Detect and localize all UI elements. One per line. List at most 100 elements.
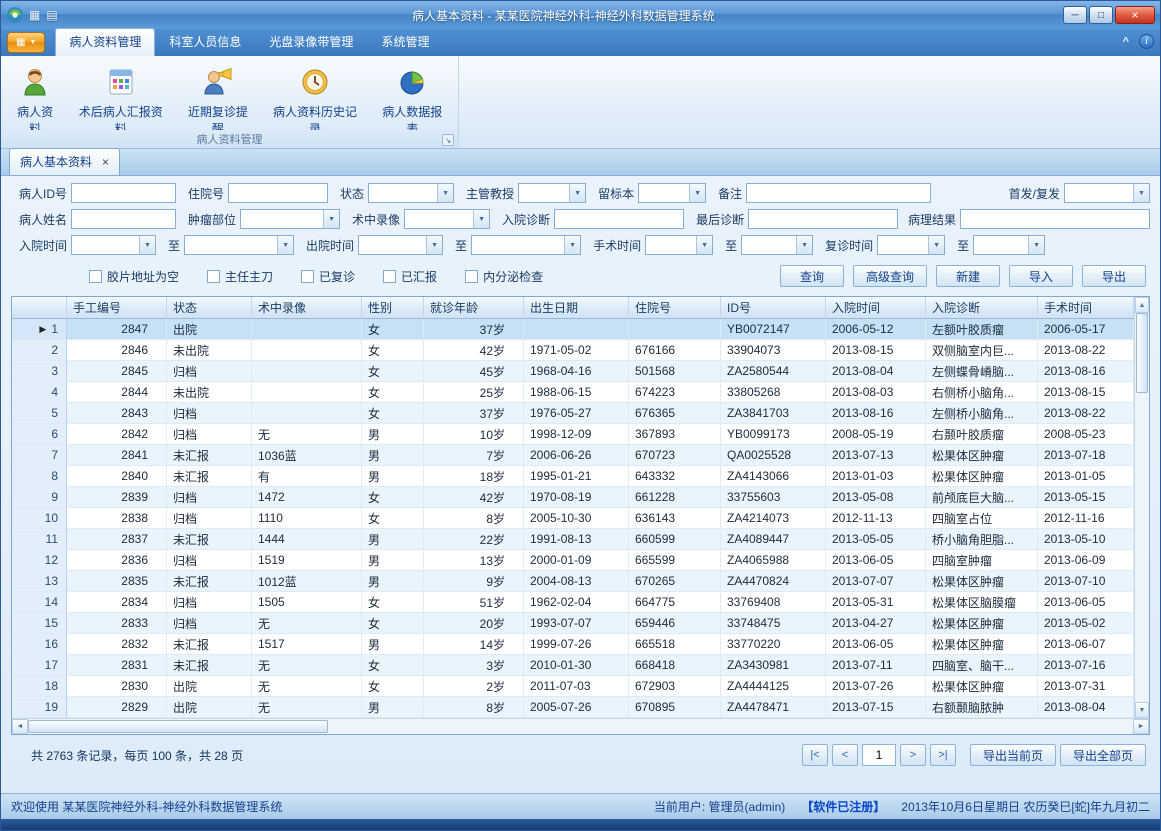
quick-access-icon-2[interactable]: ▤	[46, 8, 57, 22]
tumor-site-combo[interactable]: ▼	[240, 209, 340, 229]
column-header[interactable]: 术中录像	[252, 297, 362, 318]
table-row[interactable]: 132835未汇报1012蓝男9岁2004-08-13670265ZA44708…	[12, 571, 1134, 592]
table-row[interactable]: 162832未汇报1517男14岁1999-07-266655183377022…	[12, 634, 1134, 655]
first-recurrence-combo[interactable]: ▼	[1064, 183, 1150, 203]
close-button[interactable]: ×	[1115, 6, 1155, 24]
minimize-button[interactable]: ─	[1063, 6, 1087, 24]
dropdown-arrow-icon[interactable]: ▼	[796, 236, 812, 254]
maximize-button[interactable]: □	[1089, 6, 1113, 24]
table-row[interactable]: 192829出院无男8岁2005-07-26670895ZA4478471201…	[12, 697, 1134, 718]
dropdown-arrow-icon[interactable]: ▼	[928, 236, 944, 254]
last-page-button[interactable]: >|	[930, 744, 956, 766]
table-row[interactable]: 152833归档无女20岁1993-07-0765944633748475201…	[12, 613, 1134, 634]
next-page-button[interactable]: >	[900, 744, 926, 766]
discharge-date-to-combo[interactable]: ▼	[471, 235, 581, 255]
dropdown-arrow-icon[interactable]: ▼	[569, 184, 585, 202]
table-row[interactable]: 62842归档无男10岁1998-12-09367893YB0099173200…	[12, 424, 1134, 445]
pathology-result-field[interactable]	[960, 209, 1150, 229]
vertical-scrollbar-thumb[interactable]	[1136, 313, 1148, 393]
final-diagnosis-field[interactable]	[748, 209, 898, 229]
patient-name-field[interactable]	[71, 209, 176, 229]
dialog-launcher-icon[interactable]: ↘	[442, 134, 454, 146]
patient-id-field[interactable]	[71, 183, 176, 203]
dropdown-arrow-icon[interactable]: ▼	[139, 236, 155, 254]
dropdown-arrow-icon[interactable]: ▼	[426, 236, 442, 254]
vertical-scrollbar[interactable]: ▲ ▼	[1134, 297, 1149, 718]
column-header[interactable]: 入院时间	[826, 297, 926, 318]
column-header[interactable]: 住院号	[629, 297, 721, 318]
page-number-input[interactable]	[862, 744, 896, 766]
doc-tab-patient-basic-data[interactable]: 病人基本资料 ×	[9, 148, 120, 175]
export-current-page-button[interactable]: 导出当前页	[970, 744, 1056, 766]
tab-disc-video-management[interactable]: 光盘录像带管理	[255, 28, 367, 56]
quick-access-icon-1[interactable]: ▦	[29, 8, 40, 22]
export-all-pages-button[interactable]: 导出全部页	[1060, 744, 1146, 766]
chief-surgeon-checkbox[interactable]: 主任主刀	[207, 268, 273, 285]
admission-date-from-combo[interactable]: ▼	[71, 235, 156, 255]
table-row[interactable]: 22846未出院女42岁1971-05-02676166339040732013…	[12, 340, 1134, 361]
table-row[interactable]: ▶12847出院女37岁YB00721472006-05-12左额叶胶质瘤200…	[12, 319, 1134, 340]
table-row[interactable]: 102838归档1110女8岁2005-10-30636143ZA4214073…	[12, 508, 1134, 529]
table-row[interactable]: 52843归档女37岁1976-05-27676365ZA38417032013…	[12, 403, 1134, 424]
dropdown-arrow-icon[interactable]: ▼	[689, 184, 705, 202]
horizontal-scrollbar-thumb[interactable]	[28, 720, 328, 733]
table-row[interactable]: 142834归档1505女51岁1962-02-0466477533769408…	[12, 592, 1134, 613]
scroll-left-icon[interactable]: ◄	[12, 719, 28, 734]
remarks-field[interactable]	[746, 183, 931, 203]
revisit-date-to-combo[interactable]: ▼	[973, 235, 1045, 255]
column-header[interactable]: 出生日期	[524, 297, 629, 318]
table-row[interactable]: 172831未汇报无女3岁2010-01-30668418ZA343098120…	[12, 655, 1134, 676]
tab-system-management[interactable]: 系统管理	[367, 28, 443, 56]
scroll-right-icon[interactable]: ►	[1133, 719, 1149, 734]
collapse-ribbon-icon[interactable]: ^	[1123, 36, 1129, 48]
column-header[interactable]: ID号	[721, 297, 826, 318]
import-button[interactable]: 导入	[1009, 265, 1073, 287]
scroll-up-icon[interactable]: ▲	[1135, 297, 1149, 313]
column-header[interactable]: 状态	[167, 297, 252, 318]
file-menu-button[interactable]: ▦▼	[7, 32, 45, 53]
chief-professor-combo[interactable]: ▼	[518, 183, 586, 203]
column-header[interactable]: 手术时间	[1038, 297, 1134, 318]
tab-patient-data-management[interactable]: 病人资料管理	[55, 28, 155, 56]
column-header[interactable]: 手工编号	[67, 297, 167, 318]
scroll-down-icon[interactable]: ▼	[1135, 702, 1149, 718]
first-page-button[interactable]: |<	[802, 744, 828, 766]
admission-date-to-combo[interactable]: ▼	[184, 235, 294, 255]
surgery-video-combo[interactable]: ▼	[404, 209, 490, 229]
new-button[interactable]: 新建	[936, 265, 1000, 287]
dropdown-arrow-icon[interactable]: ▼	[564, 236, 580, 254]
dropdown-arrow-icon[interactable]: ▼	[277, 236, 293, 254]
dropdown-arrow-icon[interactable]: ▼	[323, 210, 339, 228]
dropdown-arrow-icon[interactable]: ▼	[1133, 184, 1149, 202]
revisit-date-from-combo[interactable]: ▼	[877, 235, 945, 255]
export-button[interactable]: 导出	[1082, 265, 1146, 287]
table-row[interactable]: 32845归档女45岁1968-04-16501568ZA25805442013…	[12, 361, 1134, 382]
column-header[interactable]: 入院诊断	[926, 297, 1038, 318]
table-row[interactable]: 82840未汇报有男18岁1995-01-21643332ZA414306620…	[12, 466, 1134, 487]
endocrine-exam-checkbox[interactable]: 内分泌检查	[465, 268, 543, 285]
tab-department-staff[interactable]: 科室人员信息	[155, 28, 255, 56]
admission-number-field[interactable]	[228, 183, 328, 203]
horizontal-scrollbar[interactable]: ◄ ►	[12, 718, 1149, 734]
column-header[interactable]: 就诊年龄	[424, 297, 524, 318]
column-header[interactable]: 性别	[362, 297, 424, 318]
discharge-date-from-combo[interactable]: ▼	[358, 235, 443, 255]
dropdown-arrow-icon[interactable]: ▼	[696, 236, 712, 254]
status-combo[interactable]: ▼	[368, 183, 454, 203]
table-row[interactable]: 92839归档1472女42岁1970-08-19661228337556032…	[12, 487, 1134, 508]
revisited-checkbox[interactable]: 已复诊	[301, 268, 355, 285]
table-row[interactable]: 42844未出院女25岁1988-06-15674223338052682013…	[12, 382, 1134, 403]
dropdown-arrow-icon[interactable]: ▼	[437, 184, 453, 202]
tab-close-icon[interactable]: ×	[102, 155, 109, 169]
dropdown-arrow-icon[interactable]: ▼	[1028, 236, 1044, 254]
reported-checkbox[interactable]: 已汇报	[383, 268, 437, 285]
query-button[interactable]: 查询	[780, 265, 844, 287]
surgery-date-from-combo[interactable]: ▼	[645, 235, 713, 255]
prev-page-button[interactable]: <	[832, 744, 858, 766]
table-row[interactable]: 182830出院无女2岁2011-07-03672903ZA4444125201…	[12, 676, 1134, 697]
film-address-empty-checkbox[interactable]: 胶片地址为空	[89, 268, 179, 285]
surgery-date-to-combo[interactable]: ▼	[741, 235, 813, 255]
table-row[interactable]: 112837未汇报1444男22岁1991-08-13660599ZA40894…	[12, 529, 1134, 550]
table-row[interactable]: 122836归档1519男13岁2000-01-09665599ZA406598…	[12, 550, 1134, 571]
advanced-query-button[interactable]: 高级查询	[853, 265, 927, 287]
